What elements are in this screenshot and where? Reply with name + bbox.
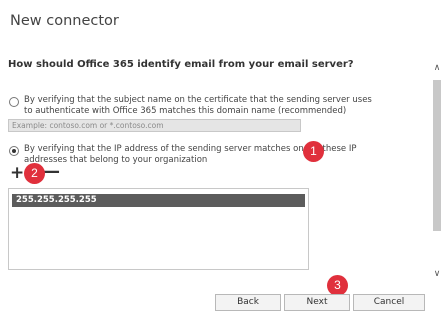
scrollbar-thumb[interactable] [433, 80, 441, 231]
scroll-up-icon[interactable]: ∧ [432, 62, 442, 72]
question-heading: How should Office 365 identify email fro… [8, 59, 354, 70]
radio-certificate[interactable] [9, 97, 19, 107]
annotation-badge-2: 2 [24, 163, 45, 184]
option-certificate-line2: to authenticate with Office 365 matches … [24, 106, 347, 116]
radio-ip-address[interactable] [9, 146, 19, 156]
option-certificate-line1: By verifying that the subject name on th… [24, 95, 372, 105]
option-certificate-label: By verifying that the subject name on th… [24, 95, 372, 117]
annotation-badge-3: 3 [327, 275, 348, 296]
scroll-down-icon[interactable]: ∨ [432, 268, 442, 278]
dialog-title: New connector [10, 13, 119, 29]
cancel-button[interactable]: Cancel [353, 294, 425, 311]
add-ip-icon[interactable]: + [10, 165, 24, 182]
ip-address-list[interactable]: 255.255.255.255 [8, 188, 309, 270]
domain-name-input[interactable]: Example: contoso.com or *.contoso.com [8, 119, 301, 132]
annotation-badge-1: 1 [303, 141, 324, 162]
back-button[interactable]: Back [215, 294, 281, 311]
next-button[interactable]: Next [284, 294, 350, 311]
ip-list-item[interactable]: 255.255.255.255 [12, 194, 305, 207]
